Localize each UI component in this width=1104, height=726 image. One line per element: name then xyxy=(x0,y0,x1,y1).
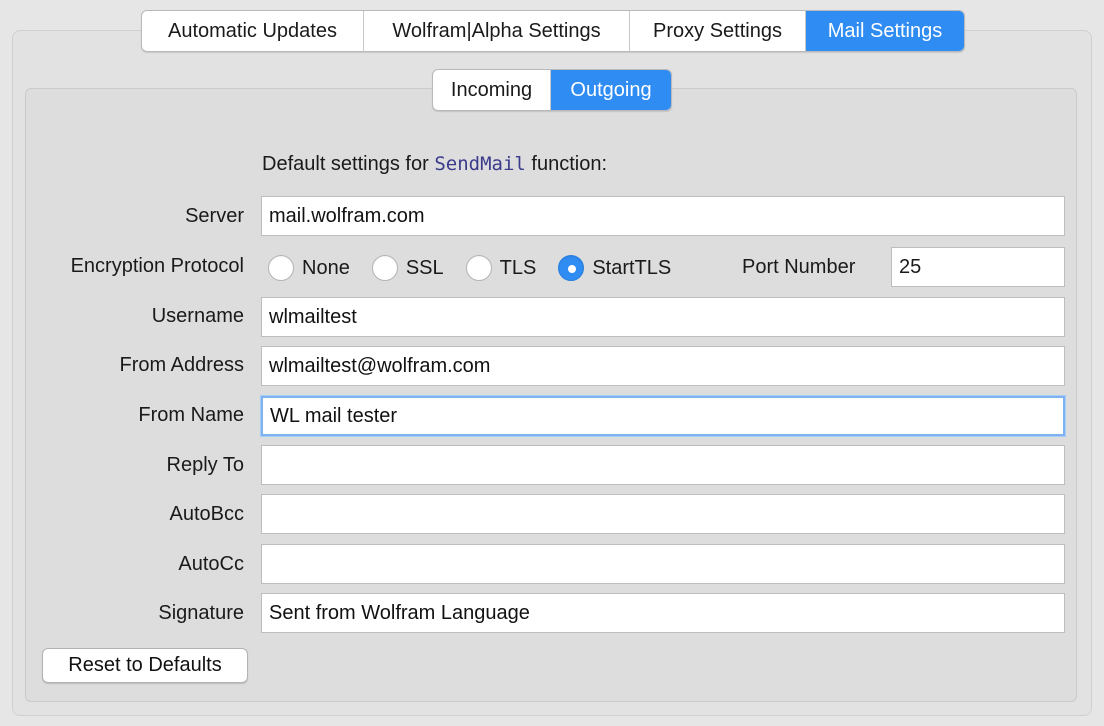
radio-none-label: None xyxy=(302,256,350,279)
from-name-input[interactable]: WL mail tester xyxy=(261,396,1065,436)
radio-ssl[interactable]: SSL xyxy=(371,255,444,281)
radio-none[interactable]: None xyxy=(268,255,350,281)
radio-ssl-circle[interactable] xyxy=(371,255,398,281)
radio-starttls[interactable]: StartTLS xyxy=(558,255,671,281)
from-name-label: From Name xyxy=(138,404,244,426)
tab-automatic-updates[interactable]: Automatic Updates xyxy=(142,11,364,51)
intro-suffix: function: xyxy=(531,153,607,175)
radio-tls-label: TLS xyxy=(499,256,537,279)
signature-input[interactable]: Sent from Wolfram Language xyxy=(261,593,1065,633)
server-label: Server xyxy=(185,205,244,227)
tab-proxy-settings[interactable]: Proxy Settings xyxy=(630,11,806,51)
username-input[interactable]: wlmailtest xyxy=(261,297,1065,337)
main-tab-bar: Automatic Updates Wolfram|Alpha Settings… xyxy=(141,10,965,52)
intro-text: Default settings for SendMail function: xyxy=(262,153,607,176)
tab-outgoing[interactable]: Outgoing xyxy=(551,70,671,110)
encryption-protocol-label: Encryption Protocol xyxy=(70,255,244,277)
radio-none-circle[interactable] xyxy=(268,255,294,281)
radio-tls[interactable]: TLS xyxy=(465,255,537,281)
tab-incoming[interactable]: Incoming xyxy=(433,70,551,110)
autocc-input[interactable] xyxy=(261,544,1065,584)
reply-to-input[interactable] xyxy=(261,445,1065,485)
reply-to-label: Reply To xyxy=(166,454,244,476)
reset-to-defaults-button[interactable]: Reset to Defaults xyxy=(42,648,248,683)
autocc-label: AutoCc xyxy=(178,553,244,575)
radio-starttls-circle[interactable] xyxy=(558,255,585,281)
encryption-protocol-group: None SSL TLS StartTLS xyxy=(268,251,693,285)
server-input[interactable]: mail.wolfram.com xyxy=(261,196,1065,236)
function-name: SendMail xyxy=(434,153,526,175)
tab-mail-settings[interactable]: Mail Settings xyxy=(806,11,964,51)
port-number-label: Port Number xyxy=(742,256,856,278)
username-label: Username xyxy=(151,305,244,327)
autobcc-label: AutoBcc xyxy=(169,503,244,525)
intro-prefix: Default settings for xyxy=(262,153,429,175)
from-address-input[interactable]: wlmailtest@wolfram.com xyxy=(261,346,1065,386)
autobcc-input[interactable] xyxy=(261,494,1065,534)
signature-label: Signature xyxy=(158,602,244,624)
tab-wolfram-alpha-settings[interactable]: Wolfram|Alpha Settings xyxy=(364,11,630,51)
port-number-input[interactable]: 25 xyxy=(891,247,1065,287)
sub-tab-bar: Incoming Outgoing xyxy=(432,69,672,111)
radio-ssl-label: SSL xyxy=(405,256,444,279)
radio-starttls-label: StartTLS xyxy=(592,256,672,279)
radio-tls-circle[interactable] xyxy=(465,255,492,281)
from-address-label: From Address xyxy=(119,354,244,376)
